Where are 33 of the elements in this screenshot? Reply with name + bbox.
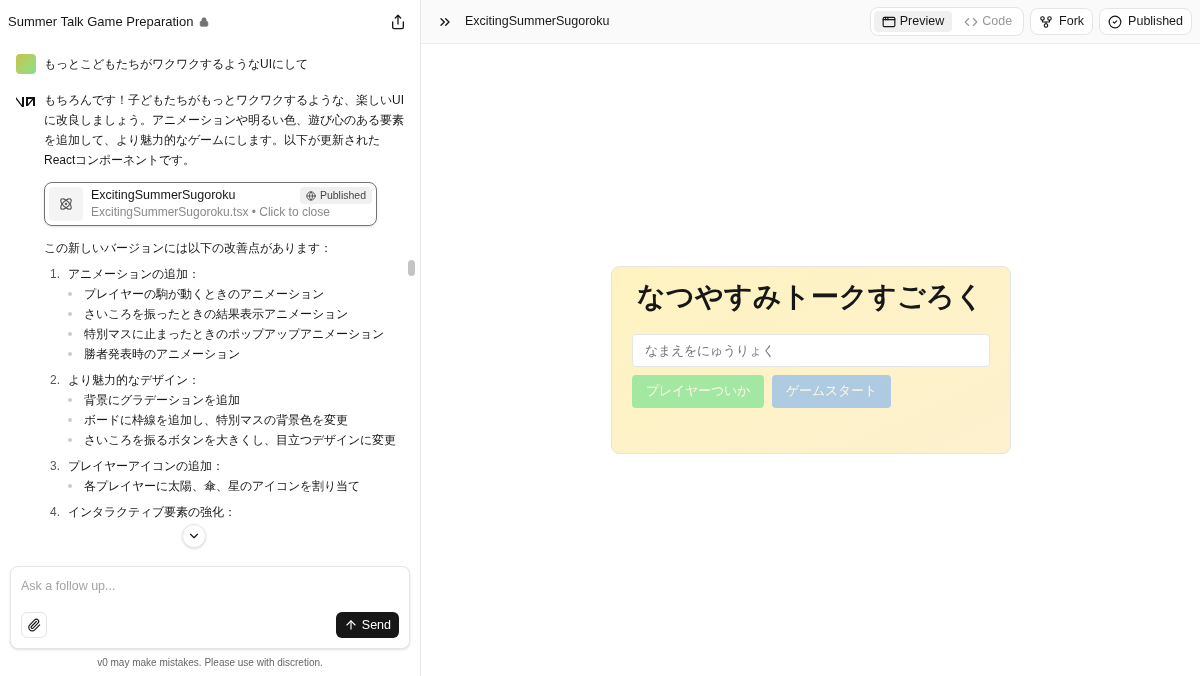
published-button[interactable]: Published	[1099, 8, 1192, 35]
status-badge: Published	[299, 187, 372, 204]
disclaimer: v0 may make mistakes. Please use with discretion.	[96, 656, 324, 670]
name-field[interactable]: なまえをにゅうりょく	[631, 334, 990, 367]
list-item: 背景にグラデーションを追加	[84, 392, 240, 409]
list-heading: より魅力的なデザイン：	[68, 372, 200, 389]
preview-title: ExcitingSummerSugoroku	[465, 13, 610, 31]
list-heading: インタラクティブ要素の強化：	[68, 504, 236, 521]
view-tab[interactable]: Preview	[873, 11, 953, 32]
list-item: 勝者発表時のアニメーション	[84, 346, 240, 363]
artifact-subtitle: ExcitingSummerSugoroku.tsx • Click to close	[91, 205, 330, 219]
list-item: ボードに枠線を追加し、特別マスの背景色を変更	[84, 412, 348, 429]
list-number: 3.	[50, 458, 60, 475]
fork-button[interactable]: Fork	[1030, 8, 1094, 35]
list-intro: この新しいバージョンには以下の改善点があります：	[44, 240, 333, 257]
list-number: 1.	[50, 266, 60, 283]
user-message: もっとこどもたちがワクワクするようなUIにして	[44, 56, 308, 73]
chat-title: Summer Talk Game Preparation	[8, 13, 194, 32]
follow-up-field[interactable]: Ask a follow up... Send	[10, 566, 410, 649]
game-title: なつやすみトークすごろく	[636, 280, 985, 314]
list-item: プレイヤーの駒が動くときのアニメーション	[84, 286, 324, 303]
list-item: 各プレイヤーに太陽、傘、星のアイコンを割り当て	[84, 478, 360, 495]
list-item: さいころを振るボタンを大きくし、目立つデザインに変更	[84, 432, 396, 449]
list-item: 特別マスに止まったときのポップアップアニメーション	[84, 326, 384, 343]
list-item: さいころを振ったときの結果表示アニメーション	[84, 306, 348, 323]
list-heading: アニメーションの追加：	[68, 266, 200, 283]
send-button[interactable]: Send	[335, 612, 399, 638]
list-heading: プレイヤーアイコンの追加：	[68, 458, 224, 475]
list-number: 4.	[50, 504, 60, 521]
artifact-name: ExcitingSummerSugoroku	[91, 187, 236, 204]
artifact-card[interactable]: ExcitingSummerSugoroku Published ExcitingSummerSugoroku.tsx • Click to close	[44, 182, 377, 226]
assistant-message: もちろんです！子どもたちがもっとワクワクするような、楽しいUIに改良しましょう。アニメーションや明るい色、遊び心のある要素を追加して、より魅力的なゲームにします。以下が更新されたReactコンポーネントです。	[44, 92, 405, 169]
list-number: 2.	[50, 372, 60, 389]
